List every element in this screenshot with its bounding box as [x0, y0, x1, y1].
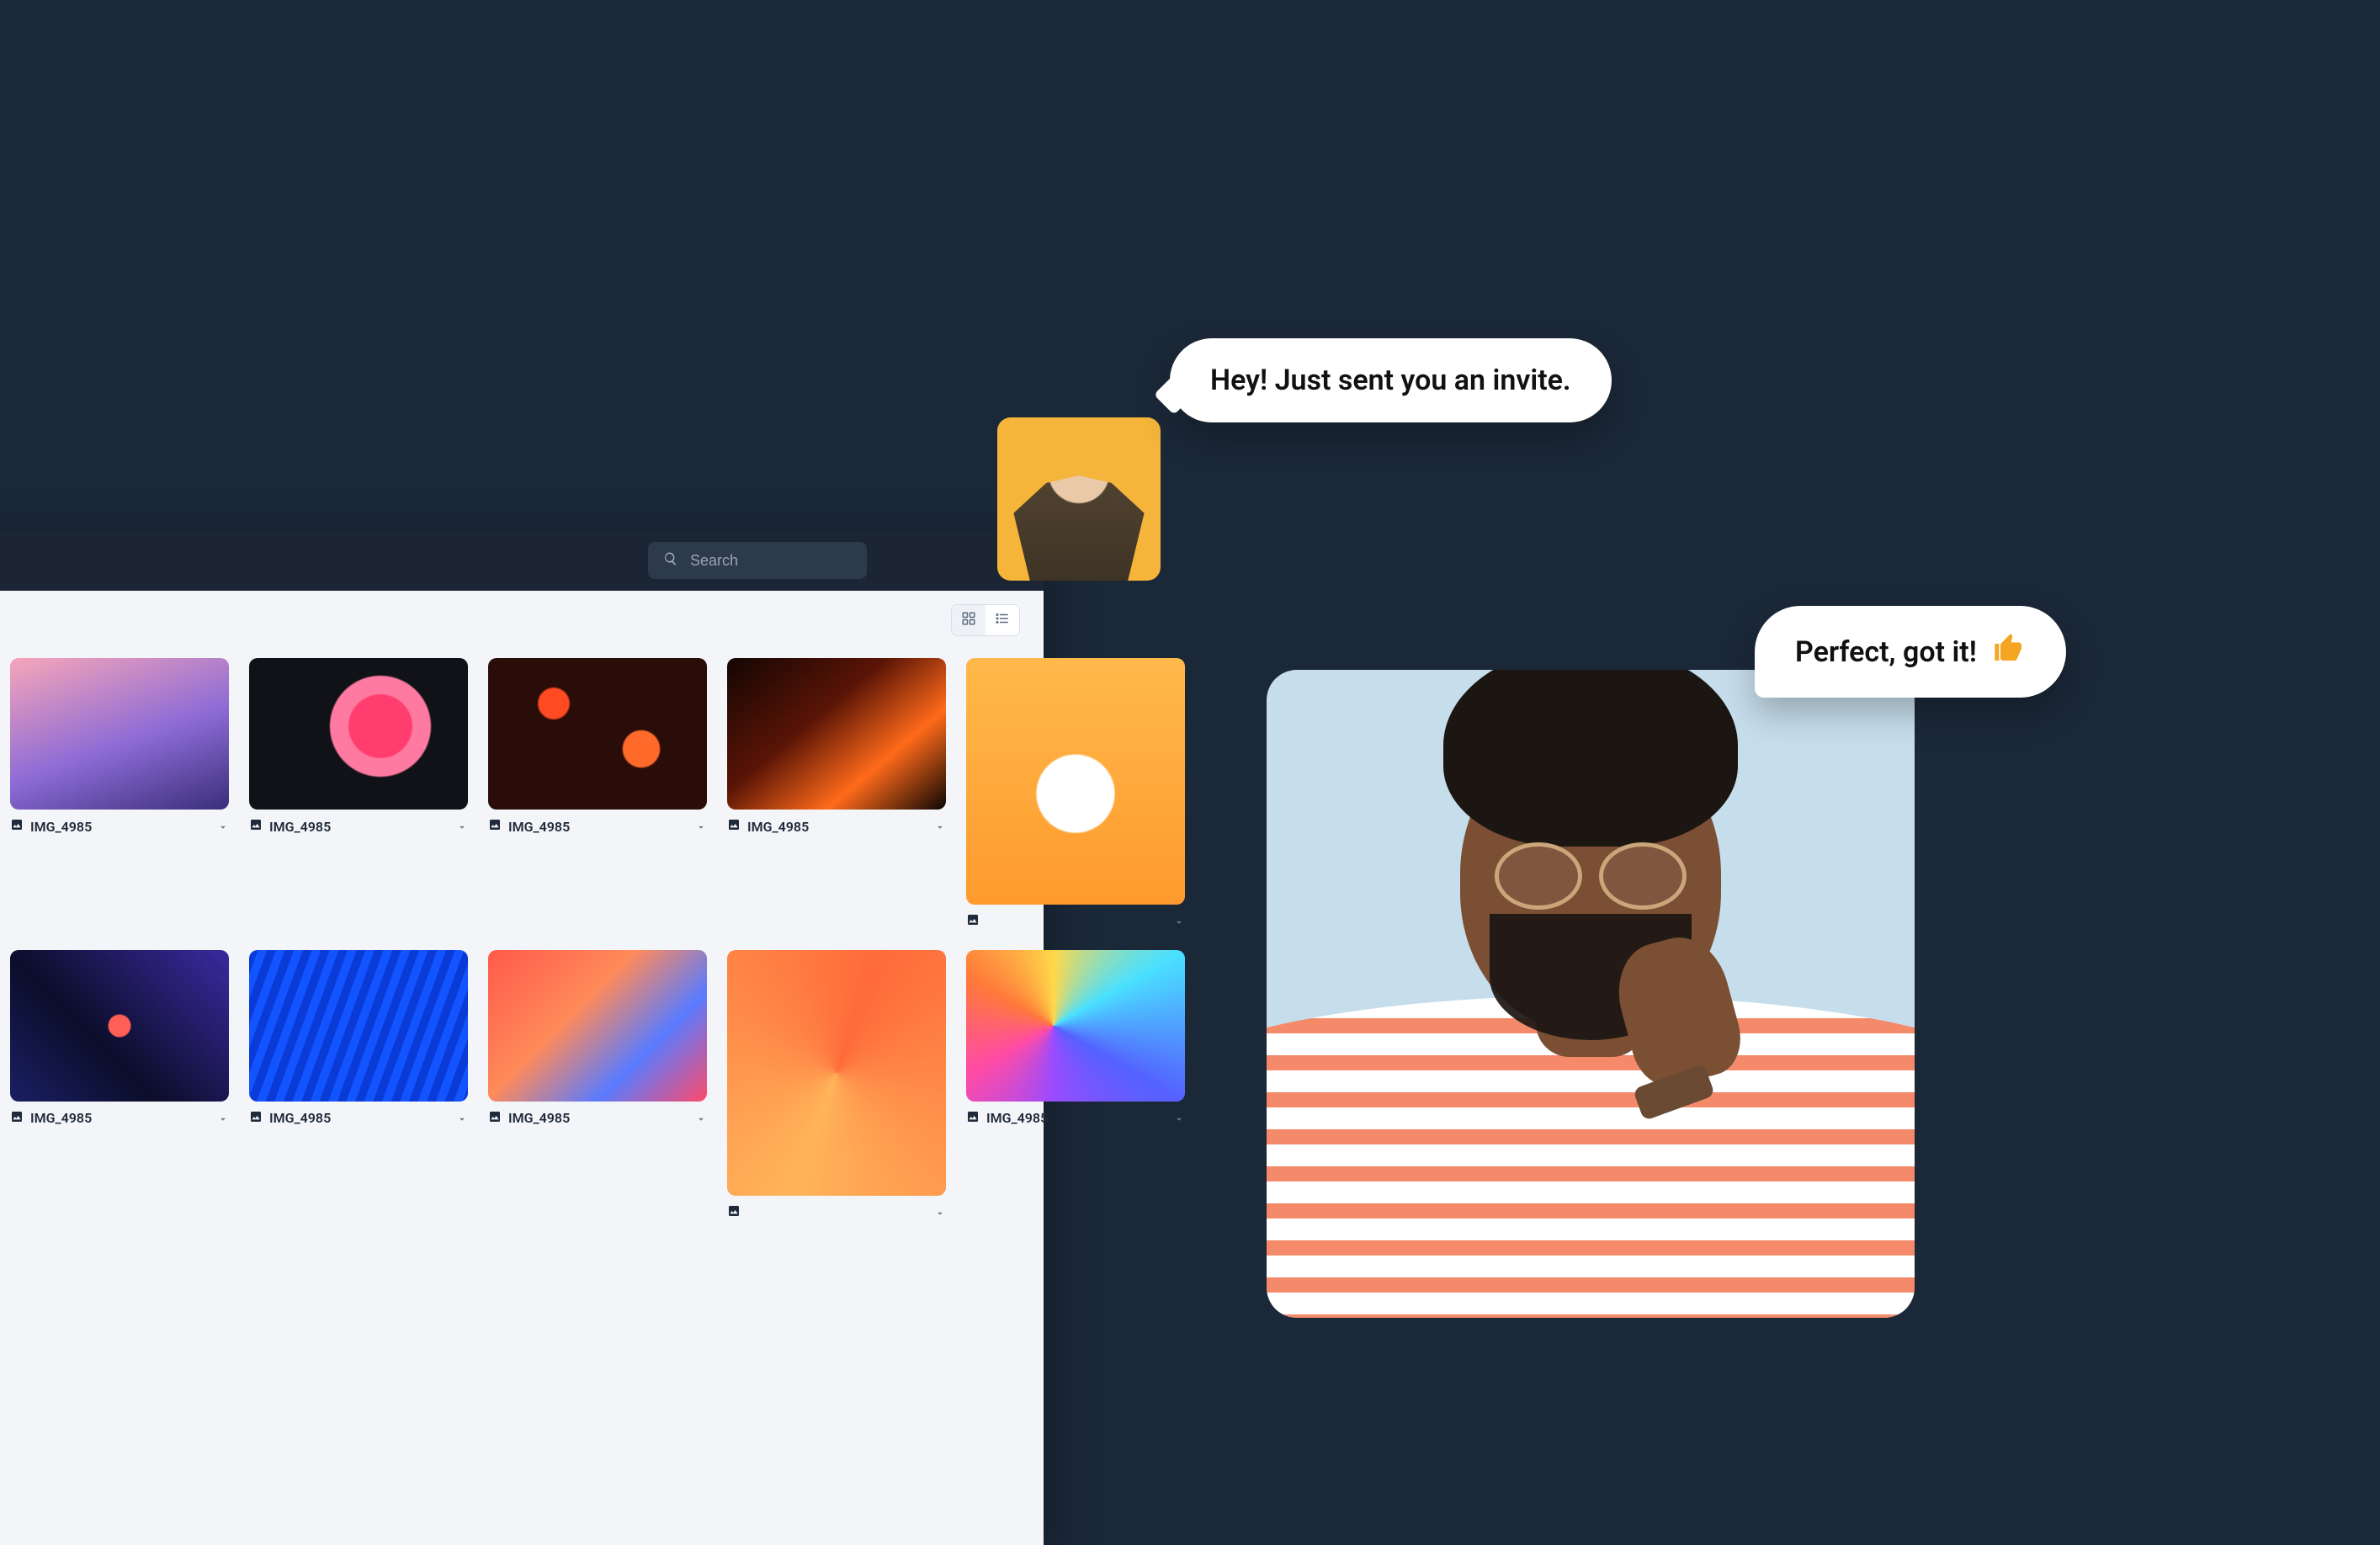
search-icon: [663, 551, 678, 570]
file-menu-caret[interactable]: [1173, 1112, 1185, 1124]
view-toggle: [951, 604, 1020, 636]
image-file-icon: [488, 818, 502, 835]
file-menu-caret[interactable]: [456, 1112, 468, 1124]
thumbnail-grid: 5IMG_4985IMG_4985IMG_4985IMG_4985IMG_498…: [0, 658, 1020, 1360]
file-caption: IMG_4985: [10, 1110, 229, 1127]
image-file-icon: [966, 1110, 980, 1127]
avatar-sender-image: [997, 431, 1161, 581]
file-menu-caret[interactable]: [456, 820, 468, 832]
file-thumbnail[interactable]: [249, 658, 468, 810]
file-name-label: IMG_4985: [30, 819, 92, 835]
grid-view-button[interactable]: [952, 605, 985, 635]
image-file-icon: [966, 913, 980, 930]
file-browser-window: 5IMG_4985IMG_4985IMG_4985IMG_4985IMG_498…: [0, 530, 1044, 1545]
browser-body: 5IMG_4985IMG_4985IMG_4985IMG_4985IMG_498…: [0, 591, 1044, 1545]
file-caption: IMG_4985: [966, 1110, 1185, 1127]
file-thumbnail[interactable]: [966, 658, 1185, 905]
search-input[interactable]: [690, 552, 852, 570]
file-caption: IMG_4985: [10, 818, 229, 835]
list-icon: [995, 611, 1010, 629]
file-name-label: IMG_4985: [30, 1110, 92, 1126]
file-caption: [727, 1204, 946, 1221]
browser-topbar: [0, 530, 1044, 591]
image-file-icon: [10, 1110, 24, 1127]
file-caption: IMG_4985: [488, 818, 707, 835]
file-thumbnail[interactable]: [488, 950, 707, 1102]
image-file-icon: [488, 1110, 502, 1127]
file-name-label: IMG_4985: [986, 1110, 1048, 1126]
file-menu-caret[interactable]: [695, 820, 707, 832]
file-card[interactable]: IMG_4985: [727, 658, 946, 930]
image-file-icon: [249, 1110, 263, 1127]
file-name-label: IMG_4985: [269, 1110, 331, 1126]
file-menu-caret[interactable]: [934, 1207, 946, 1218]
file-card[interactable]: IMG_4985: [10, 950, 229, 1222]
file-menu-caret[interactable]: [217, 1112, 229, 1124]
image-file-icon: [10, 818, 24, 835]
file-menu-caret[interactable]: [1173, 916, 1185, 927]
file-card[interactable]: [966, 658, 1185, 930]
chat-bubble-invite: Hey! Just sent you an invite.: [1170, 338, 1612, 422]
file-thumbnail[interactable]: [727, 658, 946, 810]
avatar-recipient-image: [1267, 670, 1915, 1318]
file-name-label: IMG_4985: [508, 1110, 570, 1126]
image-file-icon: [727, 818, 741, 835]
avatar-sender: [997, 417, 1161, 581]
file-name-label: IMG_4985: [269, 819, 331, 835]
search-field[interactable]: [648, 542, 867, 579]
chat-bubble-reply-text: Perfect, got it!: [1795, 635, 1977, 669]
chat-bubble-reply: Perfect, got it!: [1755, 606, 2066, 698]
file-caption: IMG_4985: [727, 818, 946, 835]
chat-bubble-invite-text: Hey! Just sent you an invite.: [1210, 364, 1571, 397]
list-view-button[interactable]: [985, 605, 1019, 635]
file-thumbnail[interactable]: [966, 950, 1185, 1102]
thumbs-up-icon: [1992, 631, 2026, 672]
image-file-icon: [727, 1204, 741, 1221]
file-caption: IMG_4985: [249, 818, 468, 835]
file-caption: IMG_4985: [488, 1110, 707, 1127]
file-menu-caret[interactable]: [217, 820, 229, 832]
file-thumbnail[interactable]: [10, 658, 229, 810]
file-card[interactable]: [727, 950, 946, 1222]
file-menu-caret[interactable]: [934, 820, 946, 832]
file-card[interactable]: IMG_4985: [249, 658, 468, 930]
file-thumbnail[interactable]: [10, 950, 229, 1102]
file-card[interactable]: IMG_4985: [10, 658, 229, 930]
file-thumbnail[interactable]: [727, 950, 946, 1197]
file-thumbnail[interactable]: [249, 950, 468, 1102]
file-card[interactable]: IMG_4985: [249, 950, 468, 1222]
grid-icon: [961, 611, 976, 629]
file-name-label: IMG_4985: [508, 819, 570, 835]
image-file-icon: [249, 818, 263, 835]
file-card[interactable]: IMG_4985: [488, 950, 707, 1222]
file-card[interactable]: IMG_4985: [488, 658, 707, 930]
file-card[interactable]: IMG_4985: [966, 950, 1185, 1222]
file-name-label: IMG_4985: [747, 819, 809, 835]
file-caption: [966, 913, 1185, 930]
file-thumbnail[interactable]: [488, 658, 707, 810]
file-menu-caret[interactable]: [695, 1112, 707, 1124]
file-caption: IMG_4985: [249, 1110, 468, 1127]
avatar-recipient: [1267, 670, 1915, 1318]
